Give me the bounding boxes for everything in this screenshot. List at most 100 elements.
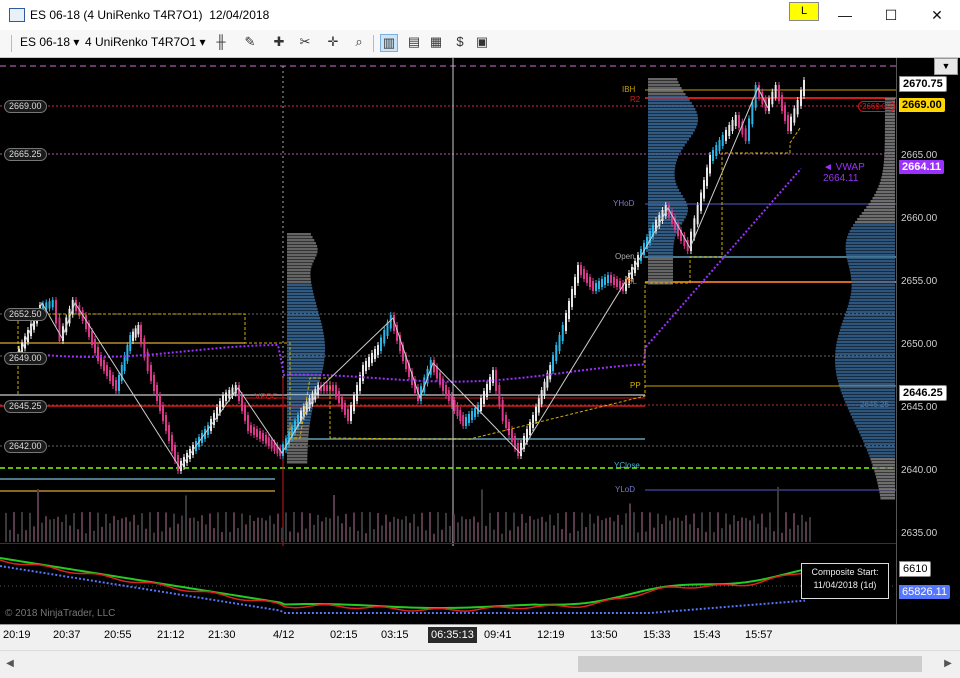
volume-bar [169,527,171,542]
renko-bar [162,405,164,421]
renko-bar [715,145,718,156]
volume-bar [397,518,399,542]
volume-bar [57,516,59,542]
profile-bar [287,338,325,341]
renko-bar [555,345,558,361]
profile-bar [287,356,325,359]
volume-bar [153,532,155,542]
profile-bar [877,482,895,485]
templates-icon[interactable]: ▣ [474,34,490,50]
renko-bar [374,349,376,359]
volume-bar [9,529,11,542]
renko-bar [619,281,621,289]
volume-bar [421,512,423,542]
maximize-button[interactable]: ☐ [868,0,914,30]
profile-bar [884,128,895,131]
va-right-label: 2645.25 [860,400,889,409]
level-label: 2665.25 [4,148,47,161]
volume-bar [429,512,431,542]
volume-bar [361,512,363,542]
renko-bar [589,277,591,287]
scrollbar-thumb[interactable] [578,656,922,672]
profile-bar [875,473,895,476]
renko-bar [774,85,777,98]
renko-bar [751,101,754,125]
renko-bar [483,391,485,404]
profile-bar [648,249,674,252]
profile-bar [648,96,688,99]
profile-bar [869,455,895,458]
profile-bar [287,413,312,416]
profile-bar [287,287,313,290]
volume-bar [757,523,759,542]
volume-bar [737,521,739,542]
renko-bar [250,425,252,433]
properties-icon[interactable]: $ [452,34,468,50]
add-indicator-icon[interactable]: ✚ [271,34,287,50]
renko-bar [728,125,731,136]
volume-bar [61,521,63,542]
volume-bar [49,519,51,542]
volume-bar [621,524,623,542]
interval-selector[interactable]: 4 UniRenko T4R7O1 ▾ [85,35,206,49]
profile-bar [648,213,688,216]
profile-bar [287,281,312,284]
profile-bar [287,266,312,269]
instrument-label: ES 06-18 [20,35,71,49]
profile-bar [837,377,895,380]
volume-bar [417,526,419,542]
price-axis[interactable]: 2670.75 2669.00 2664.11 2646.25 2665.00 … [896,58,960,624]
horizontal-scrollbar[interactable]: ◀ ▶ [0,650,960,678]
scroll-left-icon[interactable]: ◀ [2,656,18,672]
volume-bar [629,503,631,542]
profile-bar [884,119,895,122]
time-label: 03:15 [381,629,409,641]
volume-bar [129,521,131,542]
renko-bar [140,325,142,345]
profile-bar [884,140,895,143]
volume-bar [761,513,763,542]
yclose-label: YClose [614,461,640,470]
volume-bar [513,512,515,542]
time-label: 15:43 [693,629,721,641]
volume-bar [89,512,91,542]
indicators-icon[interactable]: ▥ [380,34,398,52]
scroll-right-icon[interactable]: ▶ [940,656,956,672]
renko-bar [97,347,99,361]
time-axis[interactable]: 20:19 20:37 20:55 21:12 21:30 4/12 02:15… [0,624,960,647]
renko-bar [734,115,737,126]
open-label: Open [615,252,635,261]
chart-canvas[interactable] [0,58,896,624]
volume-bar [589,513,591,542]
profile-bar [648,108,696,111]
profile-bar [287,311,319,314]
volume-bar [381,525,383,542]
profile-bar [648,276,674,279]
profile-bar [648,255,674,258]
profile-bar [835,347,895,350]
profile-bar [845,311,895,314]
volume-bar [713,532,715,542]
renko-bar [462,415,465,426]
remove-drawing-icon[interactable]: ✂ [297,34,313,50]
instrument-selector[interactable]: ES 06-18 ▾ [20,35,79,49]
minimize-button[interactable]: — [822,0,868,30]
time-label: 02:15 [330,629,358,641]
volume-bar [85,533,87,542]
profile-bar [648,84,680,87]
profile-bar [648,216,686,219]
close-button[interactable]: ✕ [914,0,960,30]
axis-menu-button[interactable]: ▼ [934,58,958,75]
strategies-icon[interactable]: ▤ [406,34,422,50]
volume-bar [613,521,615,542]
volume-bar [557,513,559,542]
crosshair-icon[interactable]: ✛ [325,34,341,50]
renko-bar [118,375,120,391]
link-badge[interactable]: L [789,2,819,21]
data-series-icon[interactable]: ▦ [428,34,444,50]
zoom-icon[interactable]: ⌕ [351,34,367,50]
profile-bar [287,335,325,338]
pencil-draw-icon[interactable]: ✎ [242,34,258,50]
price-chart[interactable]: 2669.00 2665.25 2652.50 2649.00 2645.25 … [0,58,896,624]
bar-style-icon[interactable]: ╫ [213,34,229,50]
